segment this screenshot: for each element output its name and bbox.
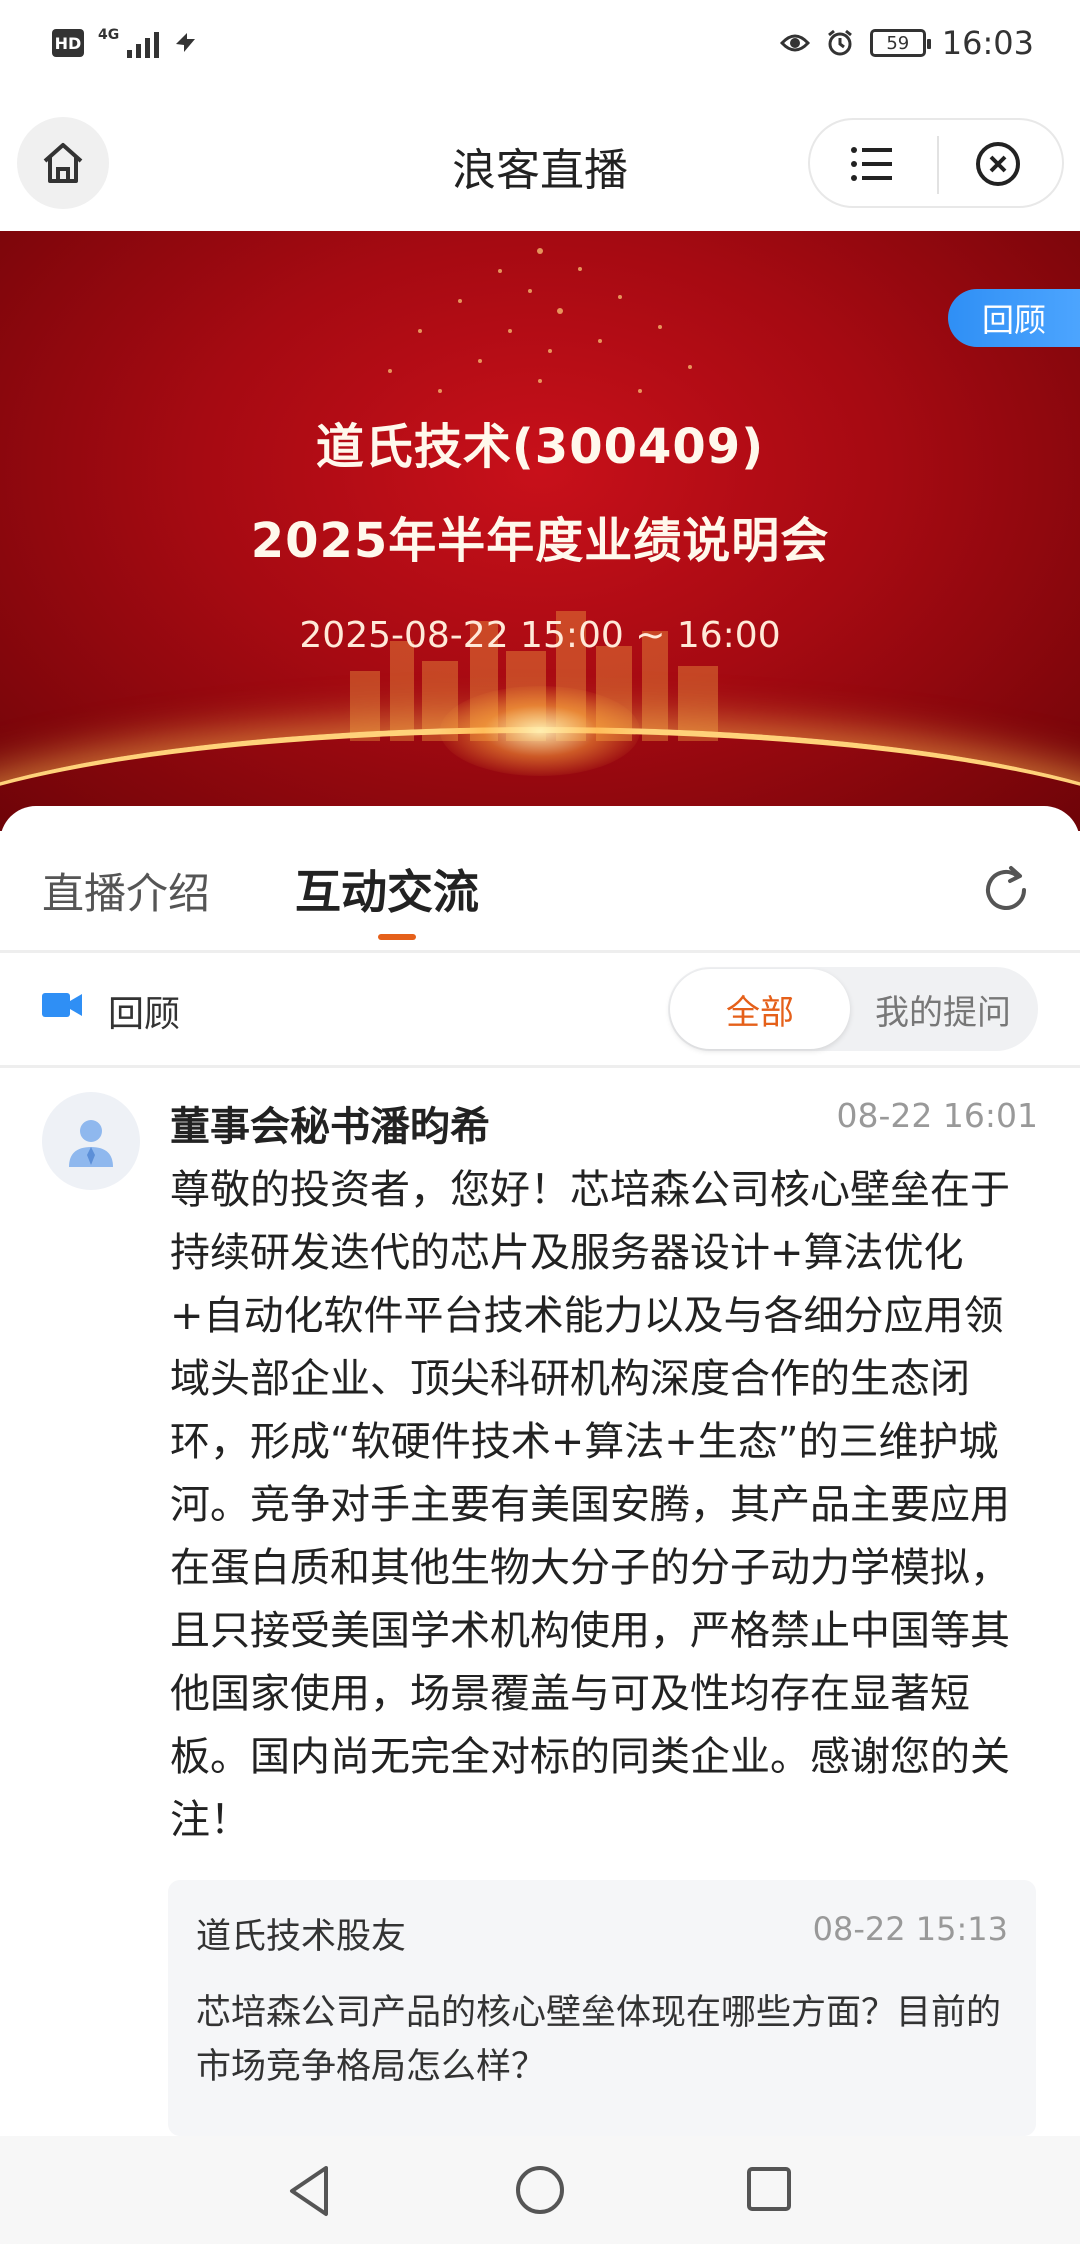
refresh-icon[interactable] (978, 862, 1034, 918)
banner-company: 道氏技术(300409) (315, 419, 765, 475)
replay-label: 回顾 (108, 994, 181, 1035)
quote-text: 芯培森公司产品的核心壁垒体现在哪些方面？目前的市场竞争格局怎么样？ (196, 1993, 1002, 2087)
light-glow-decoration (440, 686, 640, 776)
close-circle-icon[interactable] (974, 140, 1022, 188)
message-body: 尊敬的投资者，您好！芯培森公司核心壁垒在于持续研发迭代的芯片及服务器设计+算法优… (170, 1167, 1010, 1843)
quote-author: 道氏技术股友 (196, 1917, 407, 1957)
quote-time: 08-22 15:13 (812, 1910, 1008, 1948)
banner-datetime: 2025-08-22 15:00 ~ 16:00 (299, 615, 781, 656)
hd-icon: HD (52, 29, 84, 57)
filter-row: 回顾 全部 我的提问 (0, 953, 1080, 1065)
battery-icon: 59 (869, 29, 931, 57)
quoted-question: 道氏技术股友 08-22 15:13 芯培森公司产品的核心壁垒体现在哪些方面？目… (168, 1880, 1036, 2136)
message-author: 董事会秘书潘昀希 (170, 1104, 490, 1150)
tab-bar: 直播介绍 互动交流 (0, 806, 1080, 950)
status-right: 59 16:03 (779, 24, 1034, 62)
status-left: HD 4G (52, 28, 199, 58)
replay-badge[interactable]: 回顾 (948, 289, 1080, 347)
filter-divider (0, 1065, 1080, 1068)
recent-apps-icon[interactable] (746, 2166, 792, 2212)
menu-list-icon[interactable] (850, 142, 894, 186)
wifi-icon (176, 33, 196, 52)
banner-event-title: 2025年半年度业绩说明会 (250, 513, 830, 569)
system-nav-bar (0, 2136, 1080, 2244)
eye-icon (779, 34, 810, 52)
active-tab-indicator (378, 934, 416, 940)
tab-intro[interactable]: 直播介绍 (42, 860, 210, 921)
filter-my-questions[interactable]: 我的提问 (850, 969, 1036, 1049)
alarm-icon (827, 29, 852, 56)
live-banner: 道氏技术(300409) 2025年半年度业绩说明会 2025-08-22 15… (0, 231, 1080, 831)
filter-all[interactable]: 全部 (670, 969, 850, 1049)
top-nav: 浪客直播 (0, 96, 1080, 231)
filter-segmented-control: 全部 我的提问 (668, 967, 1038, 1051)
capsule-divider (937, 136, 939, 194)
status-bar: HD 4G 59 16:03 (0, 0, 1080, 96)
home-circle-icon[interactable] (514, 2164, 566, 2216)
avatar-icon (69, 1120, 113, 1167)
tab-chat[interactable]: 互动交流 (295, 856, 479, 922)
network-type: 4G (98, 27, 120, 43)
capsule-menu (808, 118, 1064, 208)
video-icon (42, 993, 82, 1017)
avatar (42, 1092, 140, 1190)
sparkles-decoration (388, 248, 692, 393)
message-time: 08-22 16:01 (836, 1096, 1038, 1135)
battery-level: 59 (886, 32, 910, 54)
clock: 16:03 (941, 24, 1034, 62)
back-icon[interactable] (286, 2164, 334, 2218)
app-screen: HD 4G 59 16:03 浪客直播 道氏技术(300409) 2025年半年… (0, 0, 1080, 2244)
content-panel: 直播介绍 互动交流 回顾 全部 我的提问 董事会秘书潘昀希 08-22 16:0… (0, 806, 1080, 2136)
signal-icon (127, 28, 160, 58)
